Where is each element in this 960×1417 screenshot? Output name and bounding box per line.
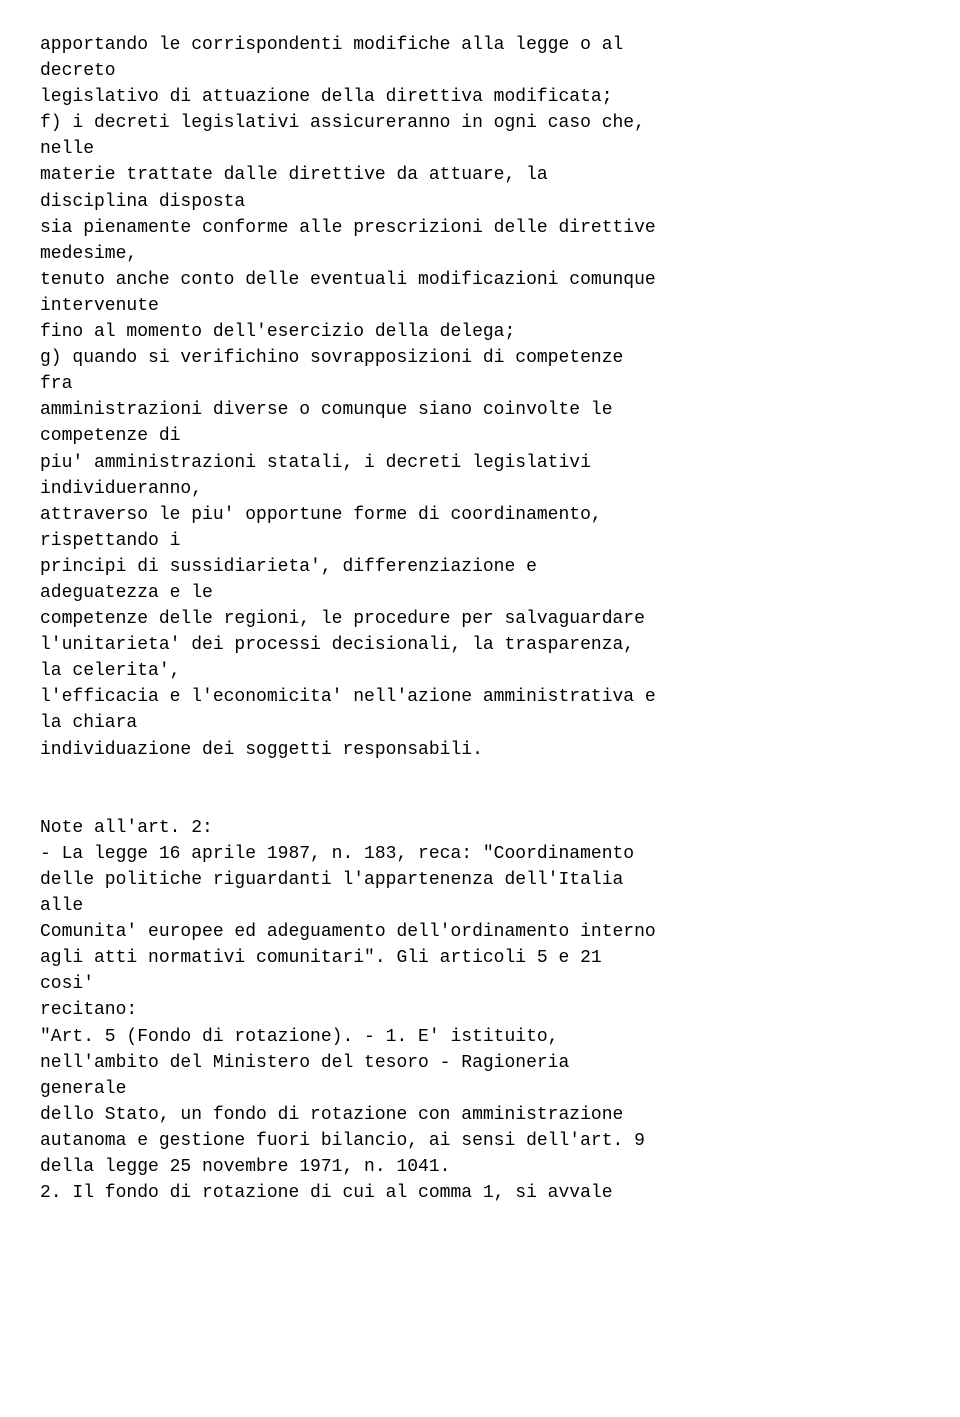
main-document-text: apportando le corrispondenti modifiche a…	[40, 32, 920, 1206]
